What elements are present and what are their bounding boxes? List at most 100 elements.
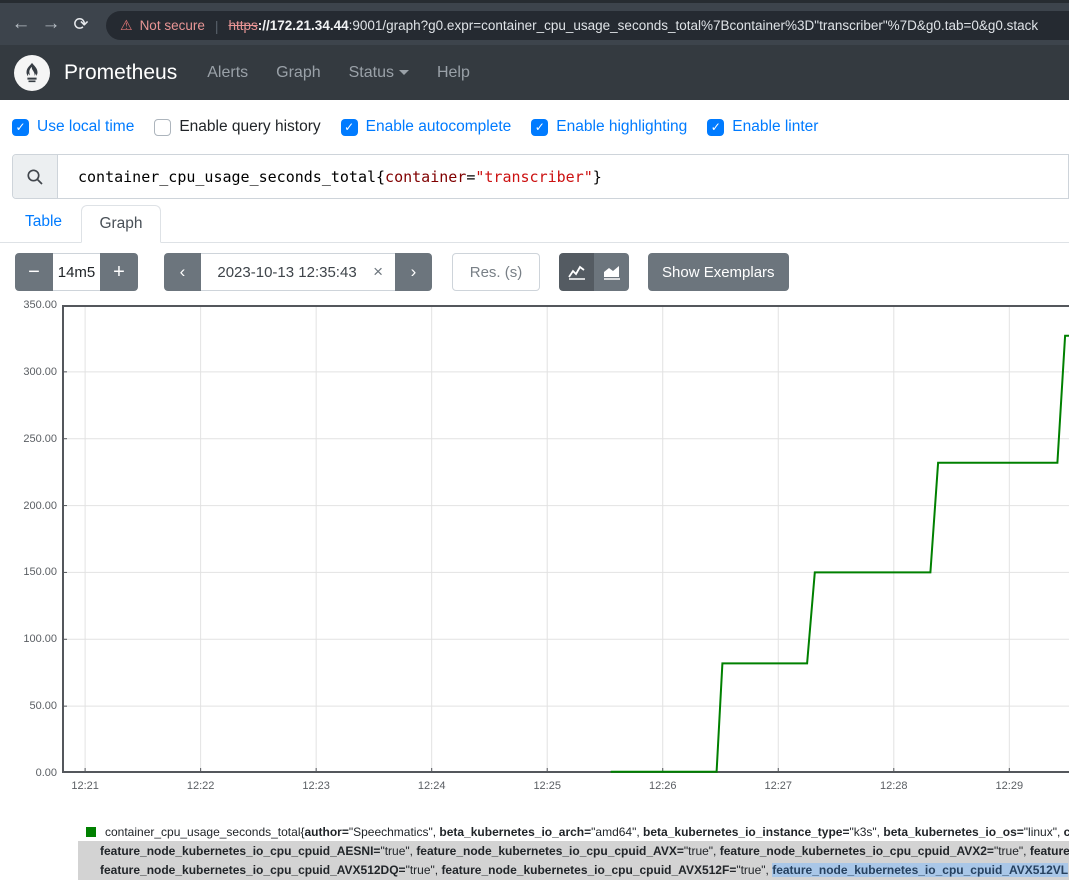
datetime-input[interactable]: 2023-10-13 12:35:43 × xyxy=(201,253,395,291)
legend-text: beta_kubernetes_io_arch= xyxy=(439,825,591,839)
legend-text: "true", xyxy=(406,863,442,877)
show-exemplars-button[interactable]: Show Exemplars xyxy=(648,253,789,291)
checkbox-use-local-time[interactable]: ✓ Use local time xyxy=(12,118,134,136)
back-icon[interactable]: ← xyxy=(6,13,36,35)
x-tick-label: 12:21 xyxy=(63,780,107,792)
y-tick-label: 100.00 xyxy=(0,633,57,645)
url-scheme: https xyxy=(228,18,257,33)
legend-text: beta_kubernetes_io_instance_type= xyxy=(643,825,849,839)
query-token: } xyxy=(593,168,602,186)
nav-alerts[interactable]: Alerts xyxy=(207,64,248,82)
legend-swatch-icon xyxy=(86,827,96,837)
query-expression-input[interactable]: container_cpu_usage_seconds_total{contai… xyxy=(58,155,1068,198)
y-tick-label: 200.00 xyxy=(0,500,57,512)
legend-line: container_cpu_usage_seconds_total{author… xyxy=(78,822,1069,841)
checkbox-enable-highlighting[interactable]: ✓Enable highlighting xyxy=(531,118,687,136)
prometheus-logo-icon[interactable] xyxy=(14,55,50,91)
forward-icon[interactable]: → xyxy=(36,13,66,35)
chart-type-toggle xyxy=(559,253,629,291)
legend-text: "true", xyxy=(994,844,1030,858)
checkbox-label: Enable query history xyxy=(179,118,320,136)
y-tick-label: 50.00 xyxy=(0,700,57,712)
checkbox-enable-query-history[interactable]: Enable query history xyxy=(154,118,320,136)
legend-line: feature_node_kubernetes_io_cpu_cpuid_AES… xyxy=(78,841,1069,860)
y-tick-label: 150.00 xyxy=(0,566,57,578)
selected-legend-text: feature_node_kubernetes_io_cpu_cpuid_AVX… xyxy=(772,863,1068,877)
url-path: :9001/graph?g0.expr=container_cpu_usage_… xyxy=(349,18,1039,33)
x-tick-label: 12:22 xyxy=(179,780,223,792)
legend-text: "Speechmatics", xyxy=(349,825,440,839)
legend-text: container_cpu_usage_seconds_total{ xyxy=(105,825,305,839)
y-tick-label: 350.00 xyxy=(0,299,57,311)
checked-checkbox-icon[interactable]: ✓ xyxy=(12,119,29,136)
url-host: ://172.21.34.44 xyxy=(258,18,349,33)
warning-icon: ⚠ xyxy=(120,17,133,34)
y-tick-label: 250.00 xyxy=(0,433,57,445)
tab-graph[interactable]: Graph xyxy=(81,205,161,243)
stacked-chart-icon xyxy=(603,264,621,280)
query-token: "transcriber" xyxy=(475,168,592,186)
decrease-duration-button[interactable]: − xyxy=(15,253,53,291)
time-group: ‹ 2023-10-13 12:35:43 × › xyxy=(164,253,432,291)
x-tick-label: 12:29 xyxy=(987,780,1031,792)
checkbox-enable-linter[interactable]: ✓ Enable linter xyxy=(707,118,818,136)
legend-text: feature_node_kubernetes_io_cpu_cpuid_AVX… xyxy=(100,863,406,877)
legend-text: "amd64", xyxy=(591,825,643,839)
prev-time-button[interactable]: ‹ xyxy=(164,253,201,291)
legend-text: "true", xyxy=(684,844,720,858)
chart-legend[interactable]: container_cpu_usage_seconds_total{author… xyxy=(78,822,1069,880)
resolution-input[interactable] xyxy=(452,253,540,291)
x-tick-label: 12:28 xyxy=(872,780,916,792)
tab-table[interactable]: Table xyxy=(25,213,62,231)
browser-toolbar: ← → ⟳ ⚠ Not secure | https ://172.21.34.… xyxy=(0,0,1069,45)
duration-input[interactable] xyxy=(53,253,100,291)
graph-plot-area[interactable] xyxy=(62,305,1069,773)
legend-text: feature xyxy=(1030,844,1069,858)
legend-text: "linux", xyxy=(1024,825,1064,839)
checkbox-label: Enable autocomplete xyxy=(366,118,512,136)
nav-help[interactable]: Help xyxy=(437,64,470,82)
search-icon xyxy=(13,155,58,198)
x-tick-label: 12:25 xyxy=(525,780,569,792)
next-time-button[interactable]: › xyxy=(395,253,432,291)
prometheus-navbar: Prometheus Alerts Graph Status Help xyxy=(0,45,1069,100)
checkbox-label: Use local time xyxy=(37,118,134,136)
y-tick-label: 0.00 xyxy=(0,767,57,779)
nav-status[interactable]: Status xyxy=(349,64,409,82)
legend-text: beta_kubernetes_io_os= xyxy=(883,825,1023,839)
checked-checkbox-icon[interactable]: ✓ xyxy=(341,119,358,136)
chevron-down-icon xyxy=(399,70,409,75)
brand-title[interactable]: Prometheus xyxy=(64,61,177,85)
x-tick-label: 12:27 xyxy=(756,780,800,792)
increase-duration-button[interactable]: + xyxy=(100,253,138,291)
legend-line: feature_node_kubernetes_io_cpu_cpuid_AVX… xyxy=(78,861,1069,880)
query-input-group: container_cpu_usage_seconds_total{contai… xyxy=(12,154,1069,199)
x-tick-label: 12:26 xyxy=(641,780,685,792)
reload-icon[interactable]: ⟳ xyxy=(66,14,96,35)
checkbox-label: Enable linter xyxy=(732,118,818,136)
checked-checkbox-icon[interactable]: ✓ xyxy=(531,119,548,136)
legend-text: "true", xyxy=(380,844,416,858)
y-tick-label: 300.00 xyxy=(0,366,57,378)
clear-datetime-icon[interactable]: × xyxy=(373,262,395,282)
settings-row: ✓Use local timeEnable query history✓Enab… xyxy=(12,112,838,142)
legend-text: feature_node_kubernetes_io_cpu_cpuid_AVX… xyxy=(720,844,994,858)
unchecked-checkbox-icon[interactable] xyxy=(154,119,171,136)
address-bar[interactable]: ⚠ Not secure | https ://172.21.34.44 :90… xyxy=(106,11,1069,40)
checkbox-enable-autocomplete[interactable]: ✓ Enable autocomplete xyxy=(341,118,512,136)
not-secure-label: Not secure xyxy=(140,18,205,33)
line-chart-icon xyxy=(568,264,586,280)
x-tick-label: 12:24 xyxy=(410,780,454,792)
legend-text: feature_node_kubernetes_io_cpu_cpuid_AES… xyxy=(100,844,380,858)
nav-graph[interactable]: Graph xyxy=(276,64,320,82)
checked-checkbox-icon[interactable]: ✓ xyxy=(707,119,724,136)
query-token: container_cpu_usage_seconds_total{ xyxy=(78,168,385,186)
line-graph-toggle[interactable] xyxy=(559,253,594,291)
stacked-graph-toggle[interactable] xyxy=(594,253,629,291)
flame-icon xyxy=(21,62,43,84)
x-tick-label: 12:23 xyxy=(294,780,338,792)
graph-controls: − + ‹ 2023-10-13 12:35:43 × › Show Exemp… xyxy=(0,253,1069,291)
legend-text: feature_node_kubernetes_io_cpu_cpuid_AVX… xyxy=(416,844,684,858)
datetime-value: 2023-10-13 12:35:43 xyxy=(201,264,373,281)
url-separator: | xyxy=(215,18,219,34)
